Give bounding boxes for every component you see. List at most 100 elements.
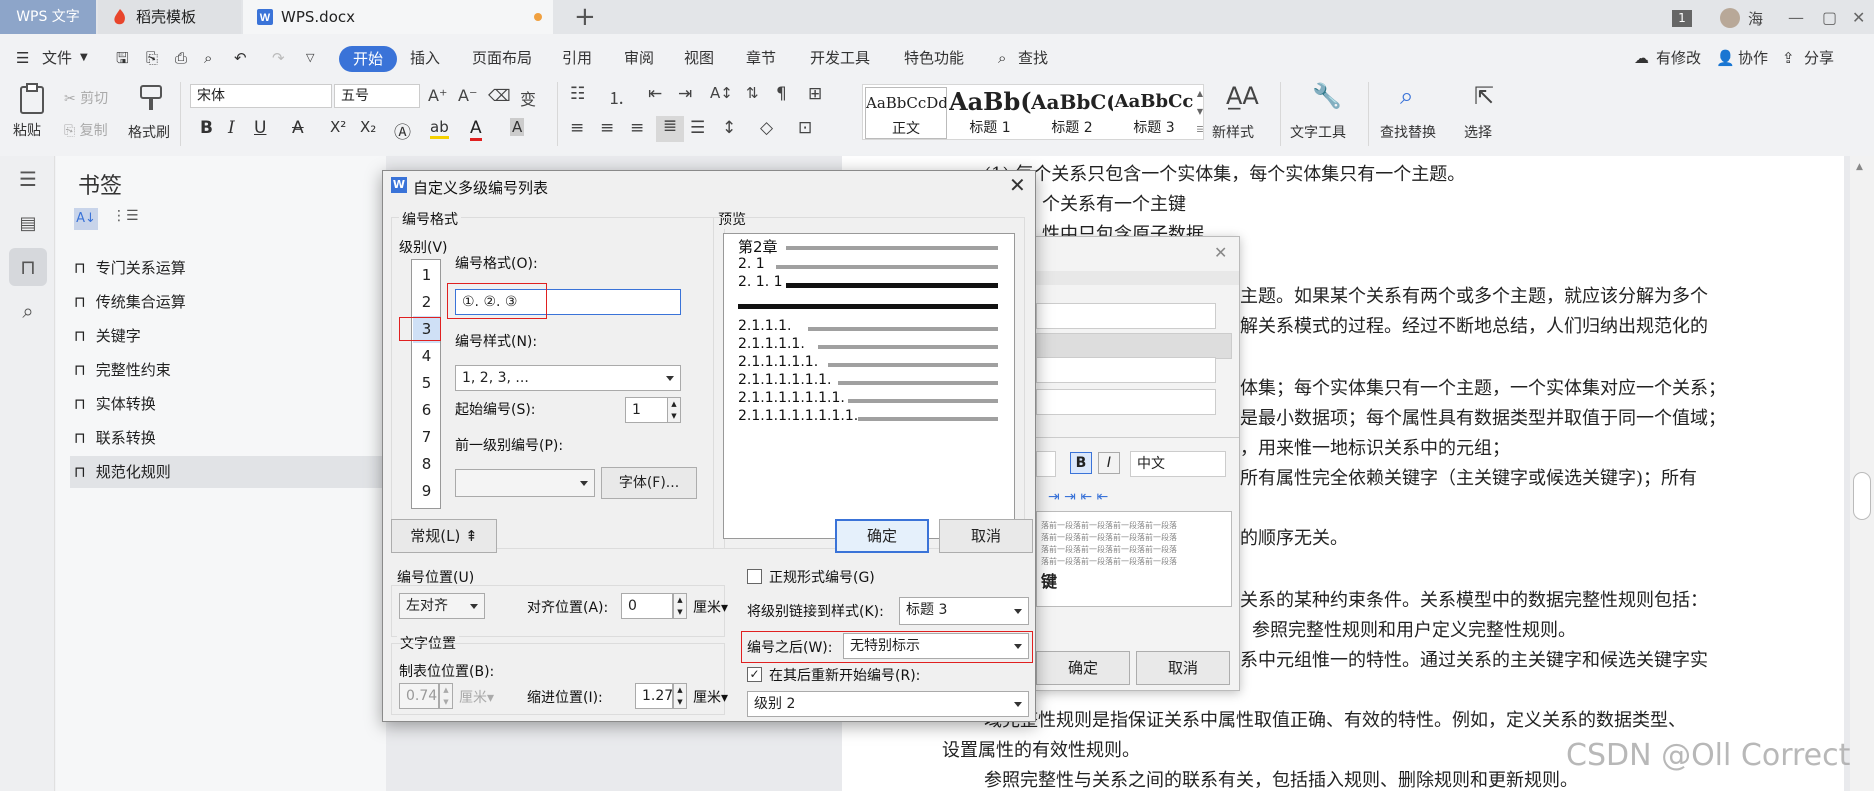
paste-icon[interactable]: [18, 82, 48, 114]
bookmark-item[interactable]: ⊓ 专门关系运算: [74, 252, 374, 284]
search-icon[interactable]: ⌕: [998, 42, 1006, 74]
bg-combo[interactable]: [1036, 357, 1216, 383]
level-list[interactable]: 1 2 3 4 5 6 7 8 9: [411, 259, 441, 509]
italic-icon[interactable]: I: [228, 118, 235, 138]
text-tools-label[interactable]: 文字工具: [1290, 122, 1346, 142]
distributed-icon[interactable]: ☰: [690, 118, 705, 138]
font-size-combo[interactable]: 五号: [334, 84, 420, 108]
phonetic-icon[interactable]: 变: [520, 86, 536, 110]
decrease-indent-icon[interactable]: ⇤: [648, 84, 662, 104]
close-window-icon[interactable]: ✕: [1852, 8, 1865, 27]
align-pos-input[interactable]: 0: [621, 593, 673, 619]
redo-icon[interactable]: ↷: [272, 42, 285, 74]
table-icon[interactable]: ⊞: [808, 84, 822, 104]
style-heading-3[interactable]: AaBbCc 标题 3: [1113, 87, 1195, 139]
bg-combo[interactable]: [1036, 389, 1216, 415]
legal-checkbox[interactable]: [747, 569, 762, 584]
font-button[interactable]: 字体(F)...: [601, 467, 697, 499]
vertical-scrollbar[interactable]: ▲: [1850, 156, 1874, 791]
char-shading-icon[interactable]: A: [510, 118, 525, 136]
select-label[interactable]: 选择: [1464, 122, 1492, 142]
undo-icon[interactable]: ↶: [234, 42, 247, 74]
bold-icon[interactable]: B: [200, 118, 213, 138]
prev-level-select[interactable]: [455, 469, 595, 497]
minimize-icon[interactable]: —: [1788, 8, 1804, 27]
find-replace-label[interactable]: 查找替换: [1380, 122, 1436, 142]
border-icon[interactable]: ⊡: [798, 118, 812, 138]
find-panel-icon[interactable]: ⌕: [9, 292, 47, 330]
save-icon[interactable]: 🖫: [116, 42, 129, 74]
format-painter-label[interactable]: 格式刷: [128, 122, 170, 142]
level-item[interactable]: 8: [413, 451, 440, 478]
share-doc-icon[interactable]: ⎘: [146, 42, 158, 74]
menu-share[interactable]: 分享: [1804, 42, 1834, 74]
level-item[interactable]: 7: [413, 424, 440, 451]
ok-button[interactable]: 确定: [835, 519, 929, 553]
style-select[interactable]: 1, 2, 3, ...: [455, 365, 681, 391]
changes-icon[interactable]: ☁: [1634, 42, 1649, 74]
bookmark-item[interactable]: ⊓ 实体转换: [74, 388, 374, 420]
normal-toggle-button[interactable]: 常规(L) ⇞: [391, 519, 497, 553]
paste-label[interactable]: 粘贴: [13, 120, 41, 140]
grow-font-icon[interactable]: A⁺: [428, 86, 447, 105]
app-tab[interactable]: WPS 文字: [0, 0, 96, 34]
bg-combo[interactable]: [1036, 451, 1056, 477]
quick-menu-icon[interactable]: ▽: [306, 42, 314, 74]
bold-icon[interactable]: B: [1070, 452, 1092, 474]
numbered-list-icon[interactable]: ⒈: [608, 84, 625, 109]
chevron-down-icon[interactable]: ▼: [80, 42, 88, 74]
line-spacing-icon[interactable]: ↕: [722, 118, 736, 138]
menu-chapter[interactable]: 章节: [746, 42, 776, 74]
cursor-icon[interactable]: ⇱: [1474, 82, 1494, 110]
shading-icon[interactable]: ◇: [760, 118, 773, 138]
restart-checkbox[interactable]: ✓: [747, 667, 762, 682]
align-pos-stepper[interactable]: ▲ ▼: [673, 593, 687, 619]
bookmark-item[interactable]: ⊓ 完整性约束: [74, 354, 374, 386]
wrench-icon[interactable]: 🔧: [1312, 82, 1342, 110]
level-item[interactable]: 6: [413, 397, 440, 424]
copy-button[interactable]: ⎘ 复制: [64, 120, 108, 140]
menu-search[interactable]: 查找: [1018, 42, 1048, 74]
bookmark-item-selected[interactable]: ⊓ 规范化规则: [70, 456, 386, 488]
level-item[interactable]: 5: [413, 370, 440, 397]
menu-references[interactable]: 引用: [562, 42, 592, 74]
bookmark-item[interactable]: ⊓ 关键字: [74, 320, 374, 352]
maximize-icon[interactable]: ▢: [1822, 8, 1837, 27]
show-marks-icon[interactable]: ¶: [776, 84, 787, 104]
highlight-icon[interactable]: ab: [430, 118, 449, 139]
format-painter-icon[interactable]: [137, 84, 165, 112]
print-icon[interactable]: ⎙: [175, 42, 187, 74]
new-tab-button[interactable]: +: [574, 2, 596, 32]
style-scroll-icon[interactable]: ▲ ▼ ☰: [1195, 85, 1205, 139]
align-center-icon[interactable]: ≡: [600, 118, 614, 138]
align-select[interactable]: 左对齐: [399, 593, 485, 619]
bg-combo[interactable]: [1036, 333, 1232, 359]
sort-icon[interactable]: ⇅: [746, 84, 759, 102]
bookmark-panel-icon[interactable]: ⊓: [9, 248, 47, 286]
asian-layout-icon[interactable]: A↕: [710, 84, 733, 102]
avatar[interactable]: [1720, 8, 1740, 28]
menu-page-layout[interactable]: 页面布局: [472, 42, 532, 74]
collab-icon[interactable]: 👤: [1716, 42, 1735, 74]
sort-position-icon[interactable]: ⋮☰: [112, 208, 139, 224]
strikethrough-icon[interactable]: A: [292, 118, 304, 138]
cut-button[interactable]: ✂ 剪切: [64, 88, 108, 108]
menu-insert[interactable]: 插入: [410, 42, 440, 74]
new-style-label[interactable]: 新样式: [1212, 122, 1254, 142]
level-item[interactable]: 2: [413, 289, 440, 316]
language-combo[interactable]: 中文: [1130, 451, 1226, 477]
indent-icon[interactable]: ⇥ ⇥ ⇤ ⇤: [1048, 489, 1108, 505]
tab-input[interactable]: 0.74: [399, 683, 439, 709]
bg-field[interactable]: [1036, 303, 1216, 329]
hamburger-icon[interactable]: ☰: [16, 42, 29, 74]
menu-review[interactable]: 审阅: [624, 42, 654, 74]
align-right-icon[interactable]: ≡: [630, 118, 644, 138]
font-color-icon[interactable]: A: [470, 118, 482, 141]
tab-template[interactable]: 稻壳模板: [98, 0, 241, 34]
menu-collab[interactable]: 协作: [1738, 42, 1768, 74]
outline-icon[interactable]: ☰: [9, 160, 47, 198]
sort-az-icon[interactable]: A↓: [74, 208, 98, 230]
subscript-icon[interactable]: X₂: [360, 118, 376, 136]
level-item[interactable]: 1: [413, 262, 440, 289]
italic-icon[interactable]: I: [1098, 452, 1120, 474]
